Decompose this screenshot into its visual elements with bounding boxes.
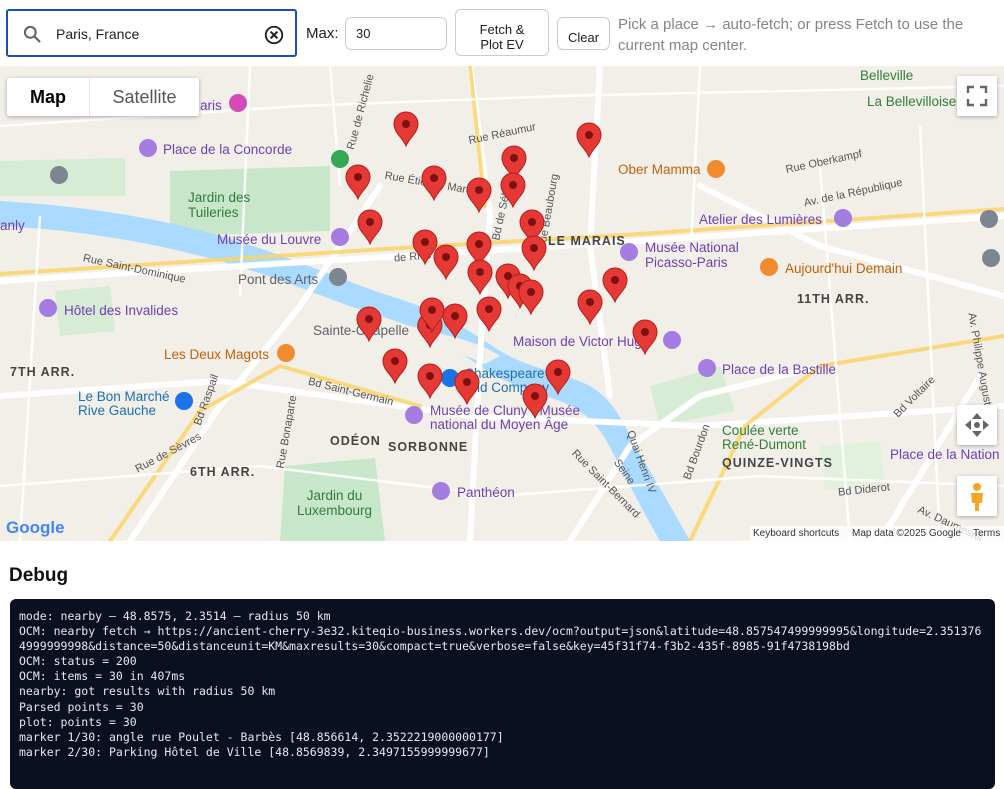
ev-marker-layer bbox=[345, 111, 658, 420]
ev-charger-marker[interactable] bbox=[518, 279, 544, 316]
fetch-plot-button[interactable]: Fetch & Plot EV bbox=[455, 9, 549, 56]
debug-heading: Debug bbox=[9, 565, 69, 586]
max-results-input[interactable] bbox=[345, 17, 447, 50]
ev-charger-marker[interactable] bbox=[417, 363, 443, 400]
clear-circle-icon[interactable] bbox=[263, 24, 285, 46]
map[interactable]: Map Satellite Belleville La Bellevillois… bbox=[0, 66, 1004, 541]
max-label: Max: bbox=[306, 25, 339, 42]
debug-line: marker 1/30: angle rue Poulet - Barbès [… bbox=[19, 729, 504, 744]
map-footer: Keyboard shortcuts Map data ©2025 Google… bbox=[750, 526, 1004, 541]
ev-charger-marker[interactable] bbox=[393, 111, 419, 148]
ev-charger-marker[interactable] bbox=[356, 306, 382, 343]
clear-button[interactable]: Clear bbox=[557, 17, 610, 50]
debug-line: OCM: status = 200 bbox=[19, 654, 137, 669]
ev-charger-marker[interactable] bbox=[467, 259, 493, 296]
debug-log: mode: nearby — 48.8575, 2.3514 — radius … bbox=[10, 599, 995, 789]
ev-charger-marker[interactable] bbox=[412, 229, 438, 266]
ev-charger-marker[interactable] bbox=[577, 289, 603, 326]
ev-charger-marker[interactable] bbox=[345, 164, 371, 201]
street-view-pegman[interactable] bbox=[957, 476, 997, 516]
compass-icon bbox=[965, 413, 989, 437]
fullscreen-button[interactable] bbox=[957, 76, 997, 116]
ev-charger-marker[interactable] bbox=[545, 359, 571, 396]
google-logo: Google bbox=[6, 518, 65, 538]
ev-charger-marker[interactable] bbox=[522, 383, 548, 420]
ev-charger-marker[interactable] bbox=[442, 303, 468, 340]
debug-line: marker 2/30: Parking Hôtel de Ville [48.… bbox=[19, 744, 490, 759]
ev-charger-marker[interactable] bbox=[454, 369, 480, 406]
ev-charger-marker[interactable] bbox=[576, 122, 602, 159]
camera-control-button[interactable] bbox=[957, 405, 997, 445]
ev-charger-marker[interactable] bbox=[433, 244, 459, 281]
terms-link[interactable]: Terms bbox=[973, 526, 1000, 541]
debug-line: Parsed points = 30 bbox=[19, 699, 144, 714]
debug-line: OCM: items = 30 in 407ms bbox=[19, 669, 186, 684]
toolbar: Max: Fetch & Plot EV Clear Pick a place … bbox=[0, 0, 1004, 66]
ev-charger-marker[interactable] bbox=[500, 172, 526, 209]
debug-line: plot: points = 30 bbox=[19, 714, 137, 729]
place-search-input[interactable] bbox=[56, 23, 256, 45]
ev-charger-marker[interactable] bbox=[476, 296, 502, 333]
debug-line: nearby: got results with radius 50 km bbox=[19, 684, 276, 699]
google-logo-text: Google bbox=[6, 518, 65, 537]
debug-line: mode: nearby — 48.8575, 2.3514 — radius … bbox=[19, 609, 331, 623]
debug-line: OCM: nearby fetch → https://ancient-cher… bbox=[19, 624, 982, 654]
ev-charger-marker[interactable] bbox=[382, 348, 408, 385]
search-icon bbox=[23, 25, 41, 43]
ev-charger-marker[interactable] bbox=[421, 165, 447, 202]
ev-charger-marker[interactable] bbox=[602, 267, 628, 304]
fullscreen-icon bbox=[966, 85, 988, 107]
ev-charger-marker[interactable] bbox=[632, 319, 658, 356]
place-search-box[interactable] bbox=[6, 9, 297, 57]
pegman-icon bbox=[971, 483, 983, 511]
ev-charger-marker[interactable] bbox=[357, 209, 383, 246]
ev-charger-marker[interactable] bbox=[466, 177, 492, 214]
hint-text: Pick a place → auto-fetch; or press Fetc… bbox=[618, 16, 964, 54]
keyboard-shortcuts-link[interactable]: Keyboard shortcuts bbox=[753, 526, 839, 541]
ev-charger-marker[interactable] bbox=[521, 235, 547, 272]
map-data-attribution: Map data ©2025 Google bbox=[852, 528, 962, 539]
